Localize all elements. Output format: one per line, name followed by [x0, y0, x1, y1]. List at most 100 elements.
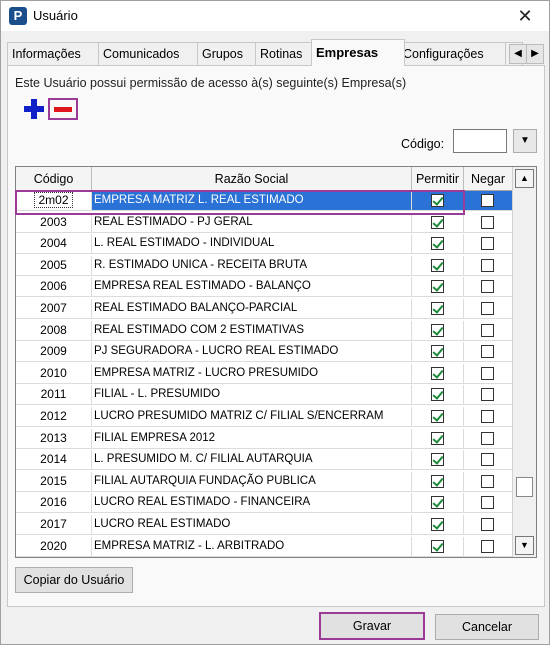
- permitir-checkbox[interactable]: [430, 345, 444, 359]
- table-row[interactable]: 2020 EMPRESA MATRIZ - L. ARBITRADO: [16, 536, 513, 557]
- negar-checkbox[interactable]: [481, 258, 494, 272]
- column-header-codigo[interactable]: Código: [16, 167, 92, 190]
- permitir-checkbox[interactable]: [430, 388, 444, 402]
- negar-checkbox[interactable]: [481, 302, 494, 315]
- negar-checkbox[interactable]: [481, 237, 494, 251]
- tab-informacoes[interactable]: Informações: [7, 42, 105, 65]
- permitir-checkbox[interactable]: [430, 474, 444, 488]
- cell-razao-social: LUCRO REAL ESTIMADO: [92, 515, 412, 534]
- remove-button[interactable]: [48, 98, 78, 120]
- table-row[interactable]: 2013 FILIAL EMPRESA 2012: [16, 428, 513, 449]
- table-row[interactable]: 2010 EMPRESA MATRIZ - LUCRO PRESUMIDO: [16, 363, 513, 384]
- permitir-checkbox[interactable]: [430, 215, 444, 229]
- permitir-checkbox[interactable]: [430, 453, 444, 467]
- plus-icon[interactable]: [23, 98, 45, 120]
- table-row[interactable]: 2014 L. PRESUMIDO M. C/ FILIAL AUTARQUIA: [16, 450, 513, 471]
- scroll-up-button[interactable]: ▲: [515, 169, 534, 188]
- permitir-checkbox[interactable]: [430, 302, 444, 315]
- cell-permitir: [412, 320, 464, 340]
- cell-negar: [464, 363, 513, 383]
- title-bar: P Usuário ✕: [1, 1, 549, 31]
- cell-permitir: [412, 277, 464, 297]
- negar-checkbox[interactable]: [481, 539, 494, 553]
- cell-negar: [464, 212, 513, 232]
- save-button[interactable]: Gravar: [319, 612, 425, 640]
- codigo-value: 2011: [40, 387, 67, 402]
- cell-razao-social: L. PRESUMIDO M. C/ FILIAL AUTARQUIA: [92, 450, 412, 470]
- permitir-checkbox[interactable]: [430, 237, 444, 251]
- cell-codigo: 2015: [16, 471, 92, 491]
- column-header-permitir[interactable]: Permitir: [412, 167, 464, 190]
- copy-from-user-button[interactable]: Copiar do Usuário: [15, 567, 133, 593]
- cell-codigo: 2020: [16, 536, 92, 556]
- negar-checkbox[interactable]: [481, 323, 494, 337]
- table-row[interactable]: 2015 FILIAL AUTARQUIA FUNDAÇÃO PUBLICA: [16, 471, 513, 492]
- cancel-button[interactable]: Cancelar: [435, 614, 539, 640]
- tab-scroll-left-button[interactable]: ◀: [509, 44, 527, 64]
- negar-checkbox[interactable]: [481, 410, 494, 423]
- column-header-razao-social[interactable]: Razão Social: [92, 167, 412, 190]
- cell-codigo: 2012: [16, 407, 92, 426]
- permitir-checkbox[interactable]: [430, 258, 444, 272]
- table-row[interactable]: 2017 LUCRO REAL ESTIMADO: [16, 515, 513, 535]
- cell-negar: [464, 536, 513, 556]
- negar-checkbox[interactable]: [481, 194, 494, 207]
- table-row[interactable]: 2003 REAL ESTIMADO - PJ GERAL: [16, 212, 513, 233]
- codigo-value: 2004: [40, 236, 67, 251]
- codigo-value: 2010: [40, 365, 67, 380]
- close-button[interactable]: ✕: [507, 3, 543, 29]
- grid-vertical-scrollbar[interactable]: ▲ ▼: [512, 167, 536, 557]
- negar-checkbox[interactable]: [481, 431, 494, 445]
- cell-codigo: 2009: [16, 342, 92, 362]
- table-row[interactable]: 2005 R. ESTIMADO UNICA - RECEITA BRUTA: [16, 255, 513, 276]
- table-row[interactable]: 2007 REAL ESTIMADO BALANÇO-PARCIAL: [16, 299, 513, 319]
- cell-codigo: 2016: [16, 493, 92, 513]
- cell-razao-social: FILIAL AUTARQUIA FUNDAÇÃO PUBLICA: [92, 471, 412, 491]
- negar-checkbox[interactable]: [481, 280, 494, 294]
- permitir-checkbox[interactable]: [430, 366, 444, 380]
- permitir-checkbox[interactable]: [430, 496, 444, 510]
- scroll-thumb[interactable]: [516, 477, 533, 497]
- grid-header: Código Razão Social Permitir Negar: [16, 167, 513, 191]
- negar-checkbox[interactable]: [481, 474, 494, 488]
- permitir-checkbox[interactable]: [430, 518, 444, 531]
- cell-negar: [464, 299, 513, 318]
- tab-grupos[interactable]: Grupos: [197, 42, 262, 65]
- scroll-down-button[interactable]: ▼: [515, 536, 534, 555]
- codigo-search-input[interactable]: [453, 129, 507, 153]
- negar-checkbox[interactable]: [481, 388, 494, 402]
- permitir-checkbox[interactable]: [430, 539, 444, 553]
- codigo-dropdown-button[interactable]: ▼: [513, 129, 537, 153]
- negar-checkbox[interactable]: [481, 518, 494, 531]
- negar-checkbox[interactable]: [481, 366, 494, 380]
- negar-checkbox[interactable]: [481, 496, 494, 510]
- cell-permitir: [412, 363, 464, 383]
- cell-razao-social: PJ SEGURADORA - LUCRO REAL ESTIMADO: [92, 342, 412, 362]
- cell-negar: [464, 450, 513, 470]
- cell-negar: [464, 385, 513, 405]
- table-row[interactable]: 2012 LUCRO PRESUMIDO MATRIZ C/ FILIAL S/E…: [16, 407, 513, 427]
- permitir-checkbox[interactable]: [430, 410, 444, 423]
- table-row[interactable]: 2011 FILIAL - L. PRESUMIDO: [16, 385, 513, 406]
- app-icon: P: [9, 7, 27, 25]
- minus-icon: [54, 107, 72, 112]
- permitir-checkbox[interactable]: [430, 431, 444, 445]
- table-row[interactable]: 2008 REAL ESTIMADO COM 2 ESTIMATIVAS: [16, 320, 513, 341]
- column-header-negar[interactable]: Negar: [464, 167, 513, 190]
- negar-checkbox[interactable]: [481, 453, 494, 467]
- negar-checkbox[interactable]: [481, 345, 494, 359]
- table-row[interactable]: 2016 LUCRO REAL ESTIMADO - FINANCEIRA: [16, 493, 513, 514]
- cell-negar: [464, 255, 513, 275]
- tab-scroll-right-button[interactable]: ▶: [526, 44, 544, 64]
- negar-checkbox[interactable]: [481, 215, 494, 229]
- window-title: Usuário: [33, 8, 78, 23]
- table-row[interactable]: 2004 L. REAL ESTIMADO - INDIVIDUAL: [16, 234, 513, 255]
- tab-configuracoes[interactable]: Configurações: [398, 42, 512, 65]
- table-row[interactable]: 2006 EMPRESA REAL ESTIMADO - BALANÇO: [16, 277, 513, 298]
- table-row[interactable]: 2009 PJ SEGURADORA - LUCRO REAL ESTIMADO: [16, 342, 513, 363]
- permitir-checkbox[interactable]: [430, 280, 444, 294]
- permitir-checkbox[interactable]: [430, 323, 444, 337]
- tab-comunicados[interactable]: Comunicados: [98, 42, 204, 65]
- tab-empresas[interactable]: Empresas: [311, 39, 405, 66]
- cell-codigo: 2017: [16, 515, 92, 534]
